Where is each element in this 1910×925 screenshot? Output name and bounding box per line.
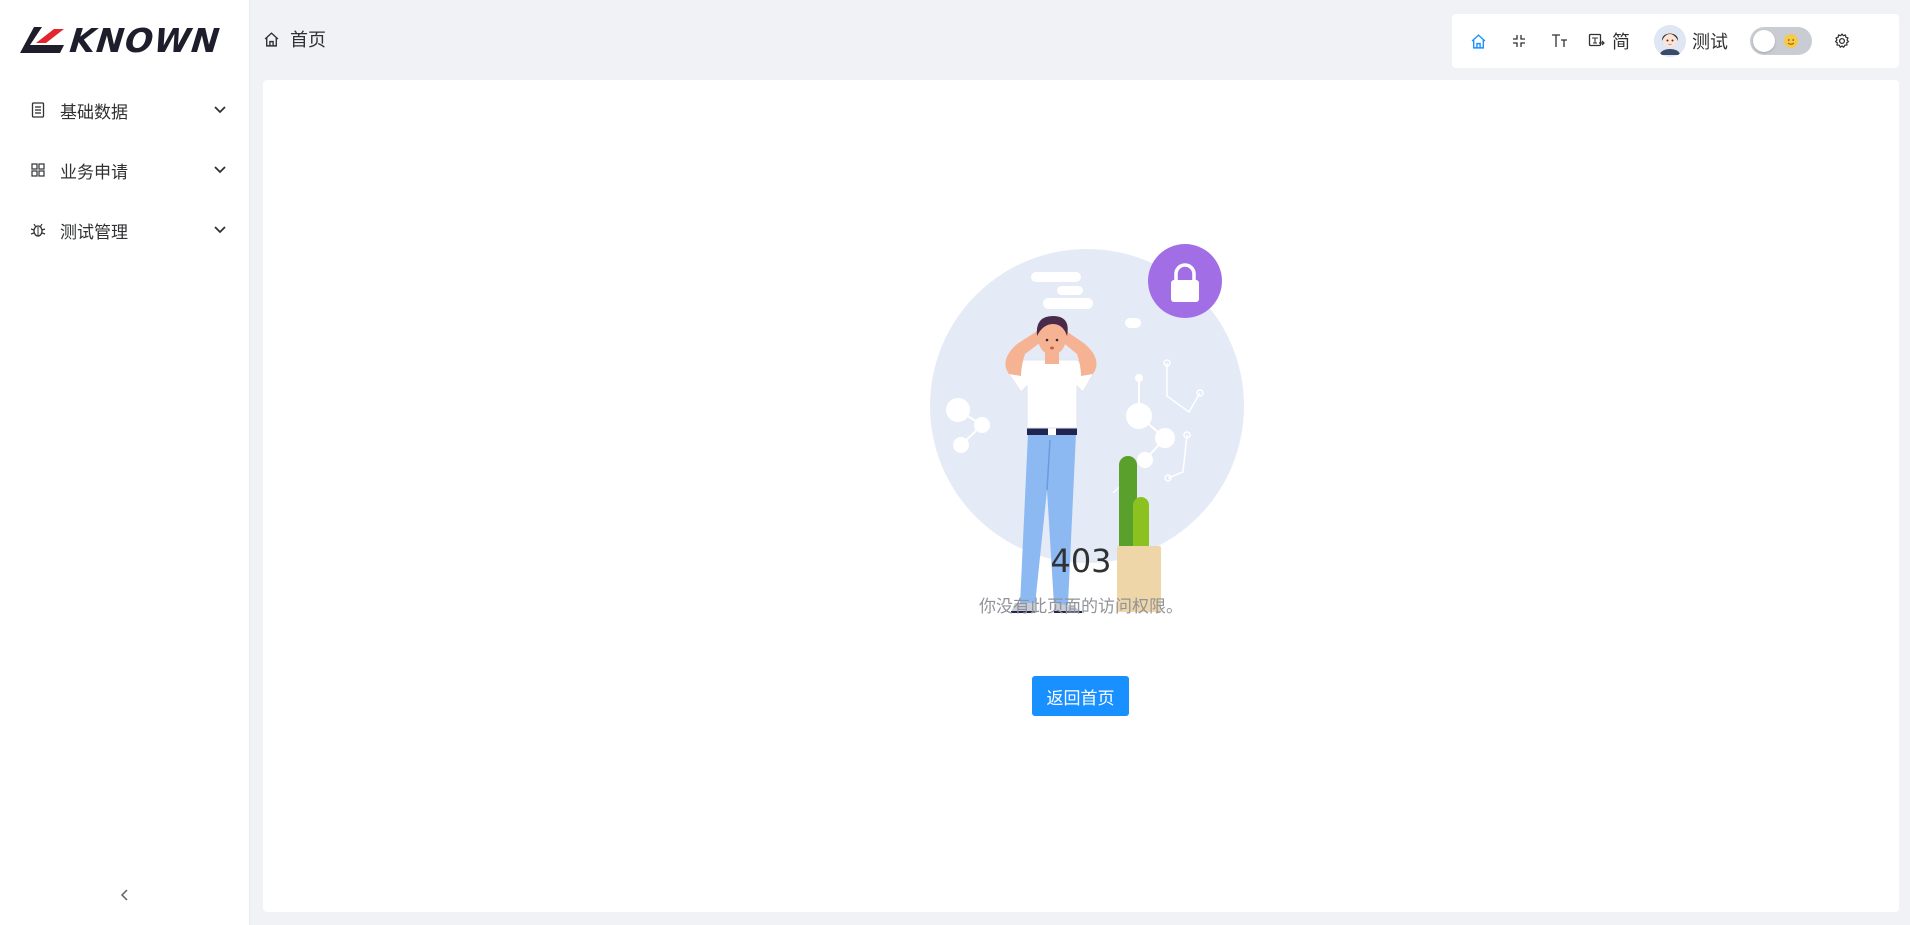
error-code: 403 [1050, 542, 1112, 580]
sidebar: KNOWN 基础数据 业务申请 测试管理 [0, 0, 250, 925]
breadcrumb: 首页 [263, 27, 326, 51]
user-menu[interactable]: 测试 [1654, 25, 1728, 57]
chevron-down-icon [214, 166, 226, 174]
sidebar-menu: 基础数据 业务申请 测试管理 [0, 80, 250, 260]
document-icon [30, 102, 46, 118]
theme-toggle[interactable] [1750, 27, 1812, 55]
home-icon [264, 31, 279, 47]
chevron-left-icon [120, 889, 128, 901]
sidebar-item-basic-data[interactable]: 基础数据 [0, 80, 250, 140]
error-message: 你没有此页面的访问权限。 [979, 597, 1183, 617]
bug-icon [30, 222, 46, 238]
header-toolbar: 简 测试 [1452, 14, 1899, 68]
chevron-down-icon [214, 226, 226, 234]
home-icon [1471, 33, 1485, 49]
breadcrumb-item-home[interactable]: 首页 [290, 26, 326, 52]
chevron-down-icon [214, 106, 226, 114]
avatar [1654, 25, 1686, 57]
home-button[interactable] [1462, 25, 1494, 57]
sun-face-icon [1784, 34, 1798, 48]
toggle-knob [1753, 30, 1775, 52]
logo-mark-icon [20, 27, 64, 53]
grid-icon [30, 162, 46, 178]
font-size-button[interactable] [1544, 25, 1576, 57]
logo-text: KNOWN [67, 20, 223, 60]
app-logo[interactable]: KNOWN [20, 20, 223, 60]
language-label: 简 [1612, 32, 1630, 53]
translate-icon [1588, 33, 1605, 47]
sidebar-collapse-button[interactable] [113, 883, 137, 907]
fullscreen-icon [1513, 35, 1525, 47]
main-content: 403 你没有此页面的访问权限。 返回首页 [263, 80, 1899, 912]
sidebar-item-label: 测试管理 [60, 222, 128, 243]
fullscreen-button[interactable] [1503, 25, 1535, 57]
settings-button[interactable] [1826, 25, 1858, 57]
sidebar-item-test-management[interactable]: 测试管理 [0, 200, 250, 260]
back-home-button[interactable]: 返回首页 [1032, 676, 1129, 716]
sidebar-item-label: 基础数据 [60, 102, 128, 123]
language-button[interactable]: 简 [1588, 25, 1630, 57]
font-size-icon [1552, 34, 1567, 47]
sidebar-item-business-application[interactable]: 业务申请 [0, 140, 250, 200]
gear-icon [1834, 33, 1850, 48]
sidebar-item-label: 业务申请 [60, 162, 128, 183]
user-name: 测试 [1692, 32, 1728, 53]
